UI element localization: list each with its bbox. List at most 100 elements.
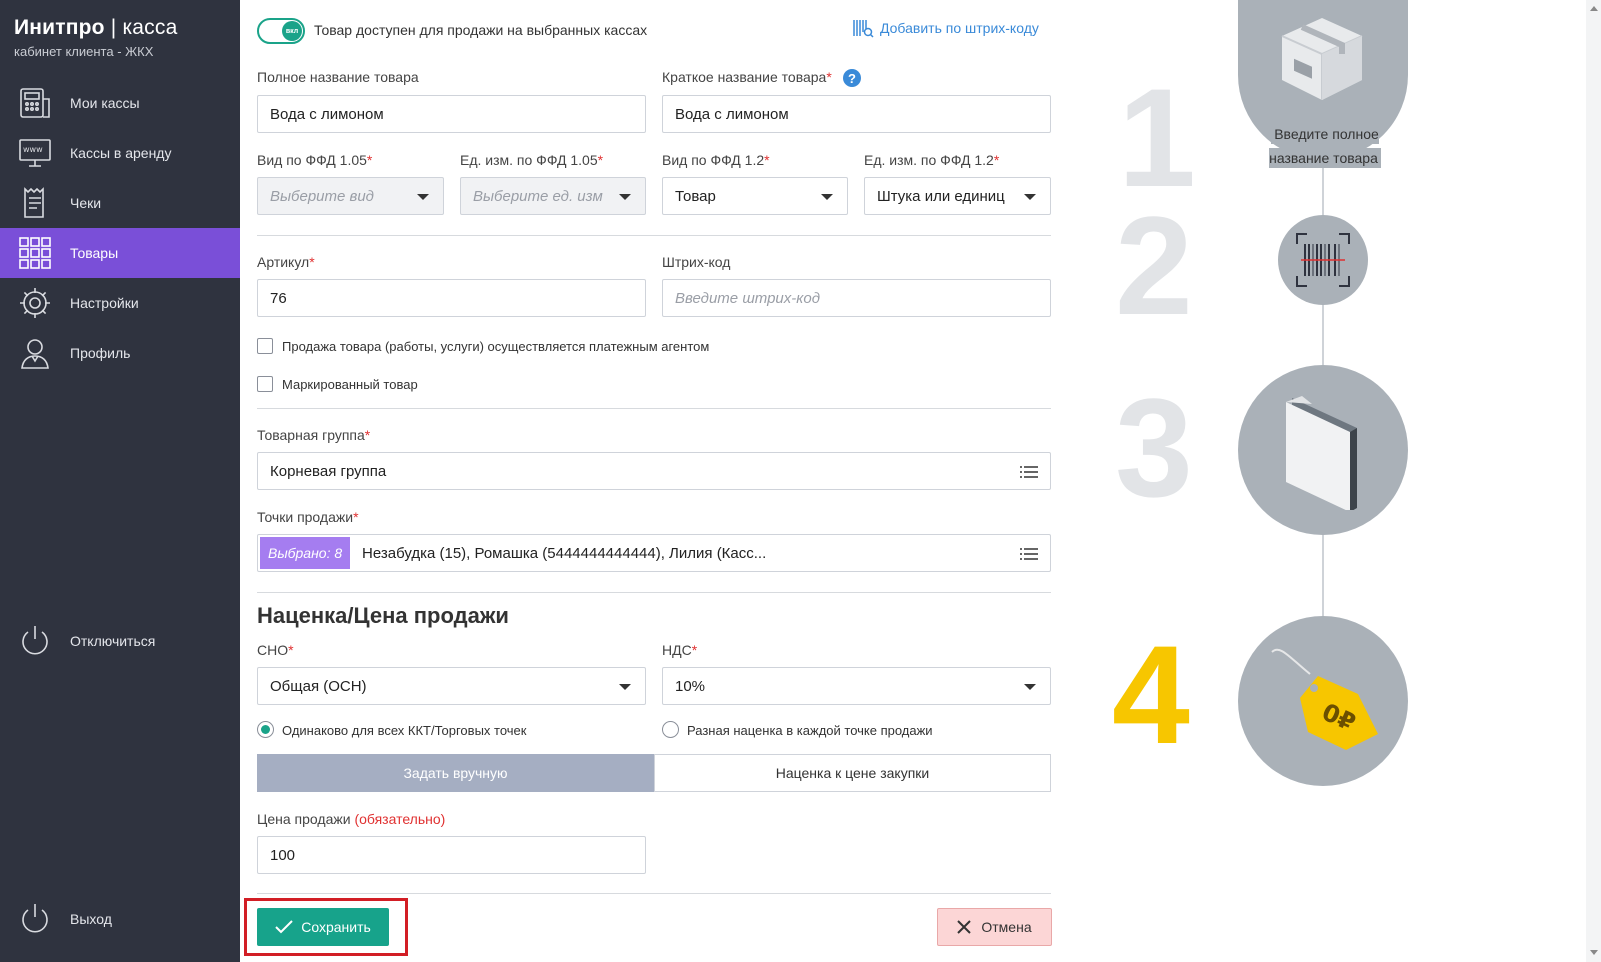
chevron-down-icon — [1024, 684, 1036, 690]
sale-availability-label: Товар доступен для продажи на выбранных … — [314, 22, 648, 38]
sale-price-input[interactable]: 100 — [257, 836, 646, 874]
close-icon — [957, 920, 972, 934]
product-group-select[interactable]: Корневая группа — [257, 452, 1051, 490]
sno-select[interactable]: Общая (ОСН) — [257, 667, 646, 705]
vat-label: НДС* — [662, 642, 698, 658]
step-number-3: 3 — [1115, 369, 1193, 526]
selected-count-badge: Выбрано: 8 — [260, 537, 351, 569]
ffd12-type-select[interactable]: Товар — [662, 177, 848, 215]
sale-availability-toggle[interactable]: вкл — [257, 18, 305, 44]
cancel-button[interactable]: Отмена — [937, 908, 1052, 946]
user-icon — [16, 334, 54, 372]
divider — [257, 235, 1051, 236]
sidebar-item-label: Кассы в аренду — [70, 145, 172, 161]
sidebar-item-label: Мои кассы — [70, 95, 140, 111]
price-tag-icon: 0₽ — [1271, 648, 1378, 750]
step-3-circle — [1238, 365, 1408, 535]
chevron-down-icon — [417, 194, 429, 200]
full-name-input[interactable]: Вода с лимоном — [257, 95, 646, 133]
toggle-knob: вкл — [282, 21, 302, 41]
receipt-icon — [16, 184, 54, 222]
sidebar-item-label: Профиль — [70, 345, 131, 361]
save-button[interactable]: Сохранить — [257, 908, 389, 946]
step-number-2: 2 — [1115, 187, 1193, 344]
chevron-down-icon — [821, 194, 833, 200]
sno-label: СНО* — [257, 642, 294, 658]
sale-points-select[interactable]: Выбрано: 8 Незабудка (15), Ромашка (5444… — [257, 534, 1051, 572]
sale-points-label: Точки продажи* — [257, 509, 359, 525]
brand-title: Инитпро | касса — [14, 16, 178, 39]
step-number-4: 4 — [1112, 616, 1190, 773]
step-4-circle: 0₽ — [1238, 616, 1408, 786]
scrollbar[interactable] — [1586, 0, 1601, 962]
check-icon — [275, 920, 293, 934]
pricing-section-title: Наценка/Цена продажи — [257, 603, 509, 628]
logout-button[interactable]: Выход — [16, 900, 112, 938]
ffd12-unit-select[interactable]: Штука или единиц — [864, 177, 1051, 215]
scroll-up-arrow-icon[interactable] — [1590, 6, 1598, 11]
sidebar-nav: Мои кассы www Кассы в аренду Чеки Товары… — [0, 78, 240, 378]
sidebar-item-settings[interactable]: Настройки — [0, 278, 240, 328]
article-label: Артикул* — [257, 254, 315, 270]
chevron-down-icon — [619, 684, 631, 690]
tab-set-manually[interactable]: Задать вручную — [257, 754, 654, 792]
sidebar-item-receipts[interactable]: Чеки — [0, 178, 240, 228]
box-icon — [1281, 18, 1363, 100]
ffd12-type-label: Вид по ФФД 1.2* — [662, 152, 770, 168]
ffd105-unit-label: Ед. изм. по ФФД 1.05* — [460, 152, 604, 168]
sidebar-item-label: Товары — [70, 245, 119, 261]
gear-icon — [16, 284, 54, 322]
ffd12-unit-label: Ед. изм. по ФФД 1.2* — [864, 152, 1000, 168]
sidebar-item-label: Настройки — [70, 295, 139, 311]
power-icon — [16, 622, 54, 660]
different-markup-radio[interactable] — [662, 721, 679, 738]
sidebar: Инитпро | касса кабинет клиента - ЖКХ Мо… — [0, 0, 240, 962]
chevron-down-icon — [1024, 194, 1036, 200]
same-markup-radio[interactable] — [257, 721, 274, 738]
cash-register-icon — [16, 84, 54, 122]
power-icon — [16, 900, 54, 938]
list-icon[interactable] — [1020, 466, 1038, 478]
ffd105-type-select[interactable]: Выберите вид — [257, 177, 444, 215]
sidebar-item-profile[interactable]: Профиль — [0, 328, 240, 378]
folder-icon — [1286, 396, 1357, 510]
sidebar-item-rent-registers[interactable]: www Кассы в аренду — [0, 128, 240, 178]
brand-subtitle: кабинет клиента - ЖКХ — [14, 44, 154, 59]
divider — [257, 408, 1051, 409]
divider — [257, 893, 1051, 894]
marked-product-checkbox[interactable] — [257, 376, 273, 392]
brand: Инитпро | касса кабинет клиента - ЖКХ — [14, 16, 177, 59]
full-name-label: Полное название товара — [257, 69, 419, 85]
sidebar-item-label: Чеки — [70, 195, 102, 211]
barcode-scan-icon — [1296, 233, 1350, 287]
add-by-barcode-link[interactable]: Добавить по штрих-коду — [852, 18, 1039, 38]
www-icon: www — [16, 134, 54, 172]
chevron-down-icon — [619, 194, 631, 200]
scroll-down-arrow-icon[interactable] — [1590, 950, 1598, 955]
divider — [257, 592, 1051, 593]
disconnect-button[interactable]: Отключиться — [16, 622, 155, 660]
tab-markup-on-purchase[interactable]: Наценка к цене закупки — [654, 754, 1051, 792]
sale-price-label: Цена продажи (обязательно) — [257, 811, 446, 827]
ffd105-type-label: Вид по ФФД 1.05* — [257, 152, 373, 168]
payment-agent-checkbox[interactable] — [257, 338, 273, 354]
marked-product-label: Маркированный товар — [282, 377, 418, 392]
add-by-barcode-label: Добавить по штрих-коду — [880, 20, 1039, 36]
barcode-input[interactable]: Введите штрих-код — [662, 279, 1051, 317]
short-name-input[interactable]: Вода с лимоном — [662, 95, 1051, 133]
short-name-label: Краткое название товара* — [662, 69, 832, 85]
grid-icon — [16, 234, 54, 272]
list-icon[interactable] — [1020, 548, 1038, 560]
article-input[interactable]: 76 — [257, 279, 646, 317]
vat-select[interactable]: 10% — [662, 667, 1051, 705]
barcode-label: Штрих-код — [662, 254, 731, 270]
help-icon[interactable]: ? — [843, 69, 861, 87]
sidebar-item-my-registers[interactable]: Мои кассы — [0, 78, 240, 128]
step-tip: Введите полное название товара — [1250, 122, 1400, 170]
ffd105-unit-select[interactable]: Выберите ед. изм — [460, 177, 646, 215]
svg-text:www: www — [23, 145, 43, 154]
payment-agent-label: Продажа товара (работы, услуги) осуществ… — [282, 339, 710, 354]
sidebar-item-products[interactable]: Товары — [0, 228, 240, 278]
different-markup-label: Разная наценка в каждой точке продажи — [687, 723, 933, 738]
barcode-icon — [853, 20, 874, 38]
